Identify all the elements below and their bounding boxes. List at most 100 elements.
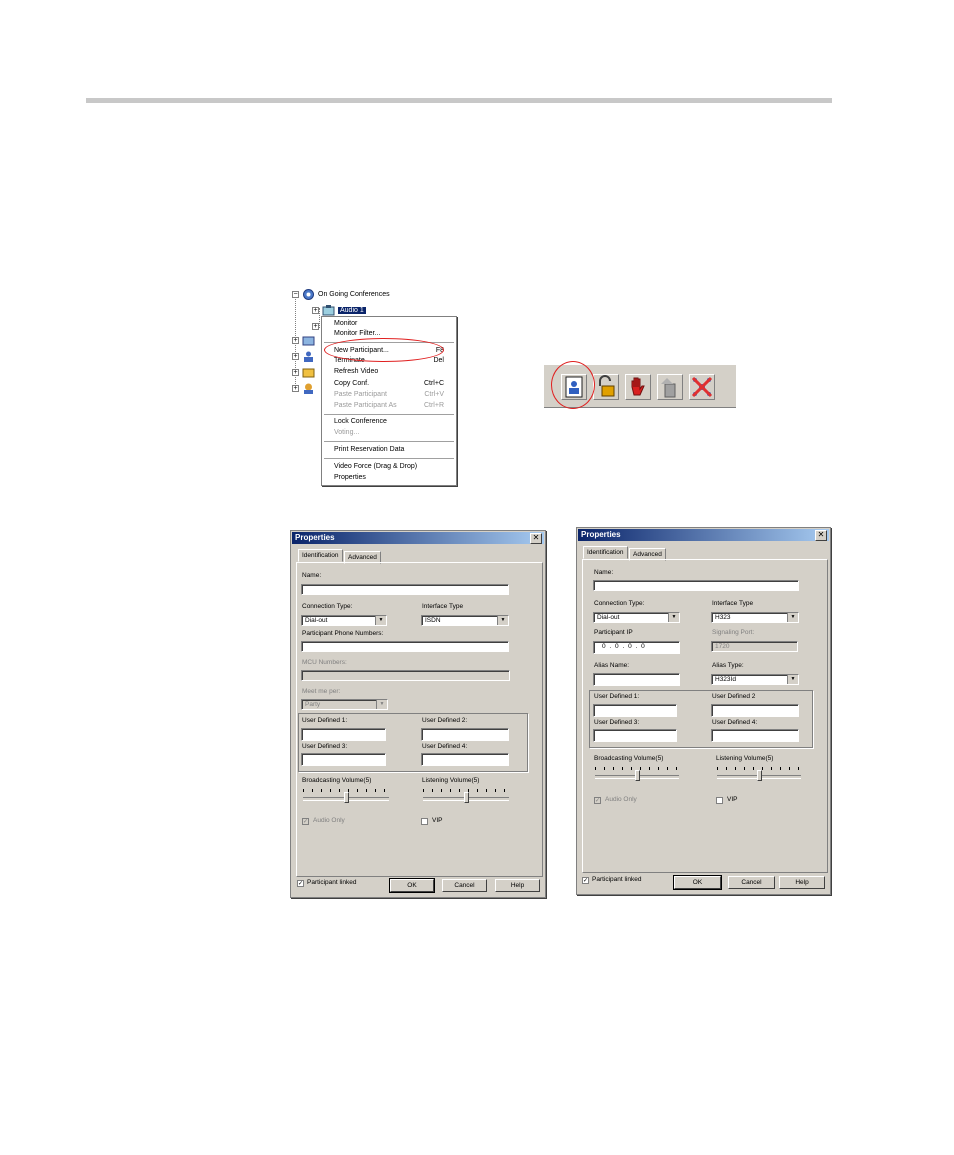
conference-globe-icon (303, 288, 314, 300)
user-defined-1-input[interactable] (593, 704, 677, 717)
expand-icon[interactable]: + (292, 352, 299, 360)
menu-item-paste-participant-as: Paste Participant As Ctrl+R (334, 402, 444, 409)
expand-icon[interactable]: + (312, 322, 319, 330)
tree-item[interactable]: + (292, 366, 318, 378)
listening-volume-slider[interactable] (423, 789, 509, 805)
audio-only-label: Audio Only (313, 817, 345, 824)
participant-linked-checkbox[interactable]: ✓ (297, 880, 304, 887)
user-defined-3-label: User Defined 3: (594, 719, 640, 726)
user-defined-2-input[interactable] (711, 704, 799, 717)
slider-thumb[interactable] (344, 792, 349, 803)
tab-identification[interactable]: Identification (583, 546, 628, 559)
mcu-numbers-input (301, 670, 510, 681)
audio-only-checkbox: ✓ (302, 818, 309, 825)
dialog-title-bar: Properties ✕ (292, 532, 544, 544)
interface-type-label: Interface Type (712, 600, 754, 607)
ok-button[interactable]: OK (673, 875, 722, 890)
dialog-title-bar: Properties ✕ (578, 529, 829, 541)
expand-icon[interactable]: + (292, 368, 299, 376)
menu-item-video-force[interactable]: Video Force (Drag & Drop) (334, 462, 452, 472)
broadcasting-volume-slider[interactable] (595, 767, 679, 783)
expand-icon[interactable]: + (292, 336, 299, 344)
user-defined-1-label: User Defined 1: (302, 717, 348, 724)
user-defined-2-input[interactable] (421, 728, 509, 741)
slider-thumb[interactable] (757, 770, 762, 781)
mcu-numbers-label: MCU Numbers: (302, 659, 347, 666)
alias-name-input[interactable] (593, 673, 680, 686)
properties-dialog-h323: Properties ✕ Identification Advanced Nam… (576, 527, 831, 895)
collapse-icon[interactable]: − (292, 290, 299, 298)
tree-item[interactable]: + (292, 382, 318, 394)
user-defined-1-input[interactable] (301, 728, 386, 741)
vip-checkbox[interactable] (716, 797, 723, 804)
slider-thumb[interactable] (635, 770, 640, 781)
tree-item[interactable]: + (292, 350, 318, 362)
menu-item-refresh-video[interactable]: Refresh Video (334, 367, 452, 377)
menu-item-monitor[interactable]: Monitor (334, 319, 452, 329)
listening-volume-slider[interactable] (717, 767, 801, 783)
participant-linked-checkbox[interactable]: ✓ (582, 877, 589, 884)
tree-root-label: On Going Conferences (318, 290, 390, 298)
name-input[interactable] (593, 580, 799, 591)
connection-type-select[interactable]: Dial-out (593, 612, 680, 623)
name-label: Name: (594, 569, 614, 576)
user-defined-4-label: User Defined 4: (712, 719, 758, 726)
tree-item[interactable]: + (292, 334, 318, 346)
meet-me-per-label: Meet me per: (302, 688, 341, 695)
phone-numbers-label: Participant Phone Numbers: (302, 630, 384, 637)
close-button[interactable]: ✕ (530, 533, 542, 544)
signaling-port-label: Signaling Port: (712, 629, 755, 636)
interface-type-select[interactable]: H323 (711, 612, 799, 623)
interface-type-select[interactable]: ISDN (421, 615, 509, 626)
audio-only-label: Audio Only (605, 796, 637, 803)
menu-item-print-reservation[interactable]: Print Reservation Data (334, 445, 452, 455)
name-input[interactable] (301, 584, 509, 595)
menu-item-lock-conference[interactable]: Lock Conference (334, 417, 452, 427)
connection-type-select[interactable]: Dial-out (301, 615, 387, 626)
terminate-button[interactable] (657, 374, 683, 400)
unlock-button[interactable] (593, 374, 619, 400)
expand-icon[interactable]: + (312, 306, 319, 314)
listening-volume-label: Listening Volume(5) (716, 755, 774, 762)
menu-item-properties[interactable]: Properties (334, 473, 452, 483)
broadcasting-volume-label: Broadcasting Volume(5) (594, 755, 664, 762)
stop-hand-icon (631, 377, 645, 396)
signaling-port-input: 1720 (711, 641, 798, 652)
broadcasting-volume-slider[interactable] (303, 789, 389, 805)
participant-linked-label: Participant linked (307, 879, 357, 886)
close-button[interactable]: ✕ (815, 530, 827, 541)
meet-me-per-select: Party (301, 699, 388, 710)
alias-type-select[interactable]: H323Id (711, 674, 799, 685)
menu-item-copy-conf[interactable]: Copy Conf. Ctrl+C (334, 379, 452, 389)
audio-conference-icon (322, 304, 335, 315)
menu-item-voting: Voting... (334, 429, 360, 436)
help-button[interactable]: Help (495, 879, 540, 892)
listening-volume-label: Listening Volume(5) (422, 777, 480, 784)
properties-dialog-isdn: Properties ✕ Identification Advanced Nam… (290, 530, 546, 898)
tab-identification[interactable]: Identification (298, 549, 343, 562)
cancel-button[interactable]: Cancel (442, 879, 487, 892)
user-defined-4-input[interactable] (711, 729, 799, 742)
highlight-ellipse (324, 338, 444, 362)
menu-separator (324, 441, 454, 443)
user-defined-3-input[interactable] (593, 729, 677, 742)
participant-ip-input[interactable]: 0 . 0 . 0 . 0 (593, 641, 680, 654)
phone-numbers-input[interactable] (301, 641, 509, 652)
group-icon (304, 383, 313, 394)
stop-button[interactable] (625, 374, 651, 400)
cancel-button[interactable]: Cancel (728, 876, 775, 889)
unlock-icon (599, 375, 615, 397)
vip-checkbox[interactable] (421, 818, 428, 825)
user-defined-2-label: User Defined 2 (712, 693, 756, 700)
connection-type-label: Connection Type: (594, 600, 645, 607)
slider-thumb[interactable] (464, 792, 469, 803)
expand-icon[interactable]: + (292, 384, 299, 392)
tree-root[interactable]: − On Going Conferences (292, 288, 390, 300)
tree-item-audio[interactable]: + Audio 1 (312, 304, 366, 316)
ok-button[interactable]: OK (389, 878, 435, 893)
user-defined-3-input[interactable] (301, 753, 386, 766)
disconnect-button[interactable] (689, 374, 715, 400)
name-label: Name: (302, 572, 322, 579)
help-button[interactable]: Help (779, 876, 825, 889)
user-defined-4-input[interactable] (421, 753, 509, 766)
